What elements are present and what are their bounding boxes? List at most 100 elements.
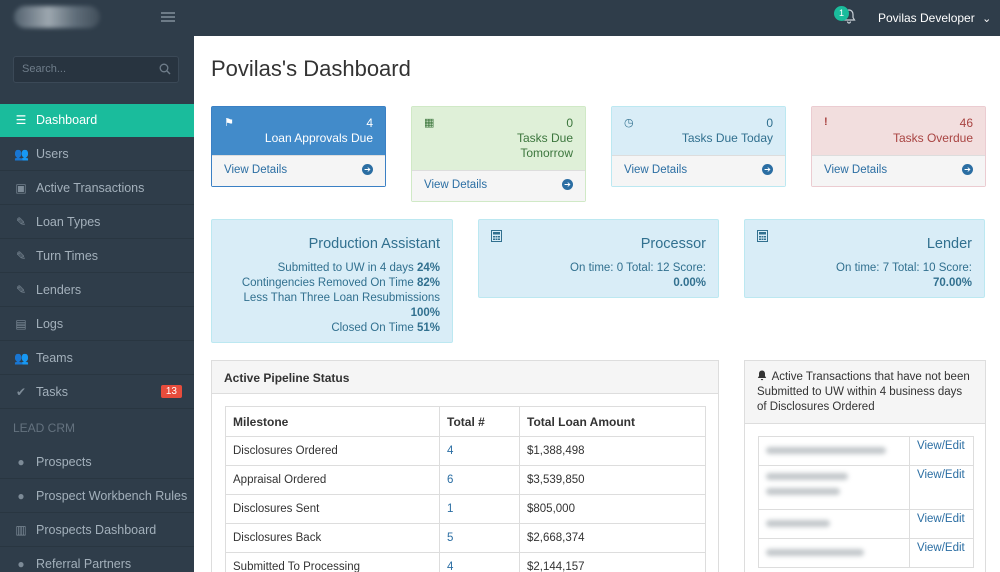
stat-count: 46	[959, 116, 973, 130]
top-bar: 1 Povilas Developer ⌄	[0, 0, 1000, 36]
active-pipeline-panel: Active Pipeline Status Milestone Total #…	[211, 360, 719, 572]
sidebar-item-turn-times[interactable]: ✎ Turn Times	[0, 240, 194, 273]
sidebar-item-tasks[interactable]: ✔ Tasks 13	[0, 376, 194, 409]
search-icon[interactable]	[159, 63, 171, 75]
brand-logo[interactable]	[14, 6, 100, 28]
users-icon: 👥	[14, 147, 29, 161]
arrow-right-icon: ➔	[562, 179, 573, 190]
arrow-right-icon: ➔	[962, 164, 973, 175]
search-input[interactable]	[22, 63, 152, 75]
user-icon: ●	[17, 557, 25, 571]
view-details-link[interactable]: View Details ➔	[212, 155, 385, 186]
metric-line: 100%	[410, 307, 440, 319]
stat-label: Loan Approvals Due	[264, 131, 373, 145]
borrower-name-redacted	[758, 436, 910, 466]
card-title: Lender	[926, 236, 972, 252]
milestone-cell: Disclosures Ordered	[225, 436, 440, 466]
amount-cell: $1,388,498	[519, 436, 706, 466]
production-assistant-card: Production Assistant Submitted to UW in …	[211, 219, 453, 343]
view-details-label: View Details	[624, 164, 688, 176]
sidebar-item-label: Prospects Dashboard	[36, 523, 157, 537]
tasks-count-badge: 13	[160, 385, 182, 398]
metric-line: Closed On Time 51%	[331, 322, 440, 334]
stat-count: 0	[766, 116, 773, 130]
view-edit-link[interactable]: View/Edit	[917, 542, 965, 554]
total-link[interactable]: 1	[447, 503, 453, 515]
money-icon: ▣	[15, 181, 27, 195]
milestone-cell: Appraisal Ordered	[225, 465, 440, 495]
milestone-cell: Submitted To Processing	[225, 552, 440, 572]
view-details-link[interactable]: View Details ➔	[412, 170, 585, 201]
sidebar-section-label: LEAD CRM	[13, 421, 76, 435]
view-details-link[interactable]: View Details ➔	[612, 155, 785, 186]
table-row: Disclosures Ordered 4 $1,388,498	[225, 436, 706, 466]
bar-chart-icon: ▥	[15, 523, 27, 537]
metric-score: 70.00%	[932, 277, 972, 289]
view-edit-link[interactable]: View/Edit	[917, 469, 965, 481]
row-action: View/Edit	[909, 538, 974, 568]
lender-card: Lender On time: 7 Total: 10 Score: 70.00…	[744, 219, 985, 298]
table-row: Disclosures Back 5 $2,668,374	[225, 523, 706, 553]
panel-title-text: Active Transactions that have not been S…	[757, 371, 970, 413]
user-icon: ●	[17, 489, 25, 503]
borrower-name-redacted	[758, 538, 910, 568]
sidebar-item-prospects[interactable]: ● Prospects	[0, 446, 194, 479]
calendar-icon: ▦	[424, 117, 435, 129]
sidebar-item-logs[interactable]: ▤ Logs	[0, 308, 194, 341]
table-row: Submitted To Processing 4 $2,144,157	[225, 552, 706, 572]
view-edit-link[interactable]: View/Edit	[917, 513, 965, 525]
sidebar-item-label: Active Transactions	[36, 181, 145, 195]
sidebar-item-users[interactable]: 👥 Users	[0, 138, 194, 171]
table-row: Disclosures Sent 1 $805,000	[225, 494, 706, 524]
sidebar-item-prospect-workbench-rules[interactable]: ● Prospect Workbench Rules	[0, 480, 194, 513]
bell-icon	[757, 370, 767, 381]
view-details-link[interactable]: View Details ➔	[812, 155, 985, 186]
column-header: Total Loan Amount	[519, 406, 706, 437]
pipeline-table: Milestone Total # Total Loan Amount Disc…	[225, 406, 706, 572]
total-link[interactable]: 4	[447, 561, 453, 572]
total-cell: 5	[439, 523, 520, 553]
milestone-cell: Disclosures Back	[225, 523, 440, 553]
metric-line: Submitted to UW in 4 days 24%	[277, 262, 440, 274]
sidebar-item-loan-types[interactable]: ✎ Loan Types	[0, 206, 194, 239]
row-action: View/Edit	[909, 509, 974, 539]
amount-cell: $2,668,374	[519, 523, 706, 553]
processor-card: Processor On time: 0 Total: 12 Score: 0.…	[478, 219, 719, 298]
not-submitted-to-uw-panel: Active Transactions that have not been S…	[744, 360, 986, 572]
sidebar-item-label: Users	[36, 147, 69, 161]
panel-title: Active Transactions that have not been S…	[745, 361, 985, 424]
borrower-name-redacted	[758, 509, 910, 539]
not-submitted-table: View/Edit View/Edit View/Edit View/Edit	[758, 436, 974, 568]
sidebar-item-label: Prospects	[36, 455, 92, 469]
sidebar-item-lenders[interactable]: ✎ Lenders	[0, 274, 194, 307]
table-row: Appraisal Ordered 6 $3,539,850	[225, 465, 706, 495]
total-link[interactable]: 4	[447, 445, 453, 457]
sidebar: ☰ Dashboard 👥 Users ▣ Active Transactions ✎ Loa…	[0, 36, 194, 572]
metric-line: Less Than Three Loan Resubmissions	[243, 292, 440, 304]
total-link[interactable]: 6	[447, 474, 453, 486]
view-details-label: View Details	[824, 164, 888, 176]
metric-line: On time: 0 Total: 12 Score:	[570, 262, 706, 274]
borrower-name-redacted	[758, 465, 910, 510]
sidebar-item-prospects-dashboard[interactable]: ▥ Prospects Dashboard	[0, 514, 194, 547]
user-menu[interactable]: Povilas Developer ⌄	[878, 11, 991, 25]
sidebar-item-dashboard[interactable]: ☰ Dashboard	[0, 104, 194, 137]
arrow-right-icon: ➔	[762, 164, 773, 175]
calculator-icon	[491, 230, 502, 242]
tasks-due-tomorrow-card: ▦ 0 Tasks Due Tomorrow View Details ➔	[411, 106, 586, 202]
calculator-icon	[757, 230, 768, 242]
check-icon: ✔	[15, 385, 27, 399]
total-link[interactable]: 5	[447, 532, 453, 544]
sidebar-item-active-transactions[interactable]: ▣ Active Transactions	[0, 172, 194, 205]
view-edit-link[interactable]: View/Edit	[917, 440, 965, 452]
amount-cell: $2,144,157	[519, 552, 706, 572]
total-cell: 4	[439, 436, 520, 466]
page-title: Povilas's Dashboard	[211, 56, 411, 81]
edit-icon: ✎	[15, 215, 27, 229]
book-icon: ▤	[15, 317, 27, 331]
sidebar-item-referral-partners[interactable]: ● Referral Partners	[0, 548, 194, 572]
menu-toggle-icon[interactable]	[161, 12, 175, 23]
search-box	[13, 56, 179, 83]
sidebar-item-teams[interactable]: 👥 Teams	[0, 342, 194, 375]
metric-score: 0.00%	[673, 277, 706, 289]
